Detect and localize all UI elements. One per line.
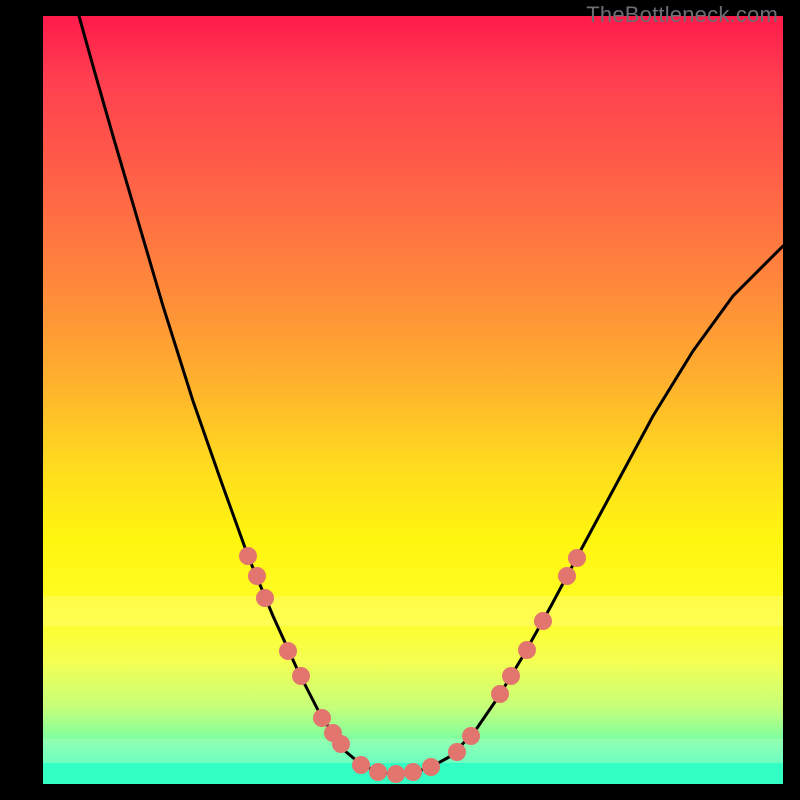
- bead-marker: [491, 685, 509, 703]
- bead-marker: [387, 765, 405, 783]
- bead-marker: [256, 589, 274, 607]
- bead-marker: [332, 735, 350, 753]
- bead-marker: [313, 709, 331, 727]
- bead-markers: [43, 16, 783, 784]
- bead-marker: [239, 547, 257, 565]
- bead-marker: [558, 567, 576, 585]
- bead-marker: [404, 763, 422, 781]
- bead-marker: [279, 642, 297, 660]
- watermark-label: TheBottleneck.com: [586, 2, 778, 28]
- bead-marker: [568, 549, 586, 567]
- bead-marker: [248, 567, 266, 585]
- bead-marker: [462, 727, 480, 745]
- chart-stage: TheBottleneck.com: [0, 0, 800, 800]
- bead-marker: [292, 667, 310, 685]
- bead-marker: [352, 756, 370, 774]
- plot-area: [43, 16, 783, 784]
- bead-marker: [448, 743, 466, 761]
- bead-marker: [534, 612, 552, 630]
- bead-marker: [369, 763, 387, 781]
- bead-marker: [422, 758, 440, 776]
- bead-marker: [502, 667, 520, 685]
- bead-marker: [518, 641, 536, 659]
